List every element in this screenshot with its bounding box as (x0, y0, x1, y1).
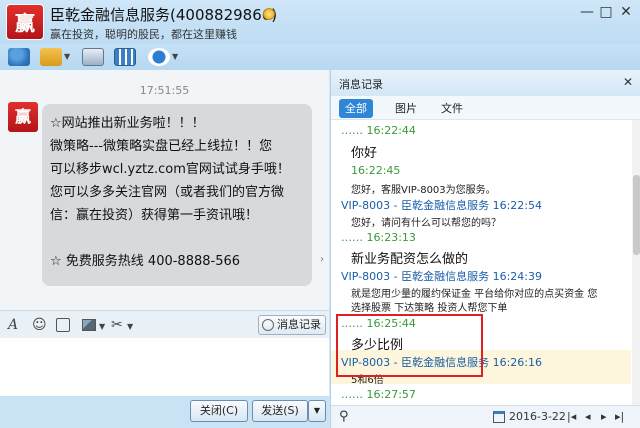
message-line: ☆网站推出新业务啦！！！ (50, 116, 205, 131)
close-chat-button[interactable]: 关闭(C) (190, 400, 248, 422)
history-message: 您好，客服VIP-8003为您服务。 (351, 185, 496, 196)
history-time: 16:22:45 (351, 164, 401, 177)
transfer-file-dropdown-icon[interactable]: ▼ (64, 52, 70, 61)
sender-avatar[interactable]: 赢 (8, 102, 38, 132)
message-line: 可以移步wcl.yztz.com官网试试身手哦！ (50, 162, 290, 177)
settings-icon[interactable] (148, 48, 170, 66)
window-subtitle: 赢在投资，聪明的股民，都在这里赚钱 (50, 28, 237, 41)
message-timestamp: 17:51:55 (139, 84, 190, 97)
collapse-panel-chevron-icon[interactable]: › (320, 250, 329, 270)
image-icon[interactable] (82, 319, 96, 331)
first-page-icon[interactable]: |◂ (567, 410, 576, 424)
close-window-button[interactable]: ✕ (617, 4, 635, 20)
history-message: 您好，请问有什么可以帮您的吗？ (351, 218, 501, 229)
message-line-blank (50, 227, 304, 250)
next-page-icon[interactable]: ▸ (601, 410, 607, 424)
message-line: ☆ 免费服务热线 400-8888-566 (50, 254, 241, 269)
history-message: 新业务配资怎么做的 (351, 252, 469, 267)
history-message: 选择股票 下达策略 投资人帮您下单 (351, 303, 508, 314)
window-title: 臣乾金融信息服务(4008829866) (50, 6, 278, 24)
screenshot-scissors-icon[interactable]: ✂ (111, 316, 123, 334)
history-header: 消息记录 ✕ (331, 70, 640, 96)
tab-files[interactable]: 文件 (435, 99, 469, 118)
previous-page-icon[interactable]: ◂ (585, 410, 591, 424)
shake-window-icon[interactable] (56, 318, 70, 332)
remote-desktop-icon[interactable] (82, 48, 104, 66)
maximize-button[interactable]: □ (597, 4, 615, 20)
input-toolbar: A ☺ ▼ ✂ ▼ 消息记录 ▼ (0, 310, 329, 348)
message-line: 您可以多多关注官网（或者我们的官方微 (50, 185, 285, 200)
tab-all[interactable]: 全部 (339, 99, 373, 118)
tab-images[interactable]: 图片 (389, 99, 423, 118)
emoji-icon[interactable]: ☺ (32, 316, 47, 334)
history-time: …… 16:23:13 (341, 231, 416, 244)
send-options-dropdown-icon[interactable]: ▼ (308, 400, 326, 422)
last-page-icon[interactable]: ▸| (615, 410, 624, 424)
highlight-annotation-box (336, 314, 483, 377)
minimize-button[interactable]: — (578, 4, 596, 20)
history-time: …… 16:27:57 (341, 388, 416, 401)
clock-icon (262, 319, 274, 331)
message-bubble: ☆网站推出新业务啦！！！ 微策略---微策略实盘已经上线拉！！您 可以移步wcl… (42, 104, 312, 286)
history-time: …… 16:22:44 (341, 124, 416, 137)
message-history-label: 消息记录 (277, 318, 321, 331)
history-sender: VIP-8003 - 臣乾金融信息服务 16:24:39 (341, 270, 542, 283)
message-line: 信：赢在投资）获得第一手资讯哦！ (50, 208, 259, 223)
chat-toolbar: ▼ ▼ (0, 44, 640, 70)
chat-message-area: 17:51:55 赢 ☆网站推出新业务啦！！！ 微策略---微策略实盘已经上线拉… (0, 70, 329, 310)
message-input[interactable] (0, 338, 329, 396)
contact-avatar[interactable]: 赢 (6, 4, 44, 40)
add-contact-icon[interactable] (8, 48, 30, 66)
history-message: 你好 (351, 146, 378, 161)
message-history-button[interactable]: 消息记录 ▼ (258, 315, 326, 348)
history-close-icon[interactable]: ✕ (623, 75, 633, 89)
history-scrollbar[interactable] (632, 120, 640, 405)
message-history-panel: 消息记录 ✕ 全部 图片 文件 …… 16:22:44 你好 16:22:45 … (330, 70, 640, 428)
history-message: 就是您用少量的履约保证金 平台给你对应的点买资金 您 (351, 289, 598, 300)
history-scroll-thumb[interactable] (633, 175, 640, 255)
calendar-icon[interactable] (493, 411, 505, 423)
send-button[interactable]: 发送(S) (252, 400, 308, 422)
history-date[interactable]: 2016-3-22 (509, 410, 566, 424)
apps-icon[interactable] (114, 48, 136, 66)
font-icon[interactable]: A (8, 316, 18, 334)
message-line: 微策略---微策略实盘已经上线拉！！您 (50, 139, 273, 154)
vip-medal-icon (263, 8, 275, 20)
image-dropdown-icon[interactable]: ▼ (99, 318, 105, 336)
screenshot-dropdown-icon[interactable]: ▼ (127, 318, 133, 336)
title-bar: 赢 臣乾金融信息服务(4008829866) 赢在投资，聪明的股民，都在这里赚钱… (0, 0, 640, 44)
transfer-file-icon[interactable] (40, 48, 62, 66)
history-tabs: 全部 图片 文件 (331, 96, 640, 120)
search-icon[interactable]: ⚲ (339, 410, 349, 424)
history-sender: VIP-8003 - 臣乾金融信息服务 16:22:54 (341, 199, 542, 212)
history-footer: ⚲ 2016-3-22 |◂ ◂ ▸ ▸| (331, 405, 640, 428)
bottom-bar: 关闭(C) 发送(S) ▼ (0, 396, 329, 428)
history-title: 消息记录 (339, 78, 383, 91)
settings-dropdown-icon[interactable]: ▼ (172, 52, 178, 61)
